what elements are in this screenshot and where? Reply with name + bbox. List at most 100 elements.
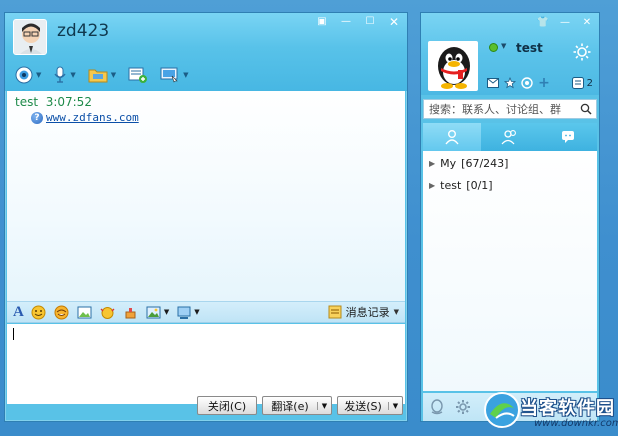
- main-panel-header: 👕 — ✕ ▼ test + 2: [421, 13, 599, 95]
- close-button[interactable]: 关闭(C): [197, 396, 257, 415]
- chat-window-controls: ▣ — ☐ ✕: [311, 15, 405, 29]
- message-link[interactable]: www.zdfans.com: [46, 111, 139, 124]
- monitor-icon: [160, 67, 178, 83]
- chevron-down-icon: ▼: [110, 71, 117, 79]
- watermark-url: www.downkr.com: [534, 418, 618, 429]
- chat-header: ▣ — ☐ ✕ zd423 ▼ ▼ ▼ ▼: [5, 13, 407, 91]
- font-icon[interactable]: A: [13, 304, 24, 321]
- video-call-button[interactable]: ▼: [13, 65, 43, 85]
- message-history[interactable]: test 3:07:52 ? www.zdfans.com: [7, 91, 405, 301]
- image-magic-icon[interactable]: [77, 304, 93, 320]
- group-count: [0/1]: [466, 179, 493, 192]
- chevron-down-icon[interactable]: ▼: [194, 308, 199, 316]
- maximize-icon[interactable]: ☐: [359, 15, 381, 29]
- translate-label: 翻译(e): [271, 399, 309, 413]
- folder-icon: [88, 69, 108, 83]
- translate-button[interactable]: 翻译(e) ▼: [262, 396, 332, 415]
- message-time: 3:07:52: [45, 95, 92, 109]
- expand-arrow-icon: ▶: [429, 181, 436, 190]
- contact-group[interactable]: ▶ test [0/1]: [429, 179, 493, 192]
- add-icon[interactable]: +: [538, 75, 550, 91]
- main-tabs: [423, 123, 597, 151]
- chevron-down-icon[interactable]: ▼: [317, 401, 331, 410]
- online-status-icon[interactable]: [489, 43, 498, 52]
- add-chat-icon: [128, 67, 148, 83]
- group-icon: [501, 130, 516, 145]
- message-sender: test: [15, 95, 39, 109]
- contact-name: zd423: [57, 21, 110, 41]
- site-watermark: 当客软件园 www.downkr.com: [480, 388, 618, 436]
- picture-icon[interactable]: [146, 304, 162, 320]
- group-name: test: [440, 179, 462, 192]
- chat-footer: 关闭(C) 翻译(e) ▼ 发送(S) ▼: [5, 396, 407, 423]
- message-header: test 3:07:52: [15, 95, 92, 109]
- chevron-down-icon[interactable]: ▼: [501, 42, 506, 50]
- chevron-down-icon[interactable]: ▼: [388, 401, 402, 410]
- star-icon[interactable]: [504, 77, 516, 89]
- main-panel: 👕 — ✕ ▼ test + 2 搜索：联系人、讨论组、群 ▶ My [67/2…: [420, 12, 600, 422]
- chevron-down-icon[interactable]: ▼: [164, 308, 169, 316]
- send-button[interactable]: 发送(S) ▼: [337, 396, 403, 415]
- chat-window: ▣ — ☐ ✕ zd423 ▼ ▼ ▼ ▼ test 3:07:52 ? www…: [4, 12, 408, 422]
- vip-emoji-icon[interactable]: [54, 304, 70, 320]
- qq-menu-icon[interactable]: [429, 399, 445, 415]
- minimize-icon[interactable]: —: [335, 15, 357, 29]
- search-placeholder: 搜索：联系人、讨论组、群: [429, 103, 561, 116]
- chevron-down-icon: ▼: [183, 71, 189, 79]
- group-name: My: [440, 157, 457, 170]
- create-group-button[interactable]: [126, 65, 150, 85]
- chevron-down-icon: ▼: [70, 71, 76, 79]
- shake-icon[interactable]: [100, 304, 116, 320]
- format-toolbar: A ▼ ▼ 消息记录 ▼: [7, 301, 405, 323]
- contact-avatar[interactable]: [13, 19, 47, 55]
- send-file-button[interactable]: ▼: [86, 65, 118, 85]
- tab-groups[interactable]: [481, 123, 539, 151]
- main-window-controls: 👕 — ✕: [533, 15, 597, 29]
- quick-icons: +: [487, 75, 550, 91]
- message-history-button[interactable]: 消息记录 ▼: [328, 304, 399, 320]
- penguin-icon: [429, 42, 477, 90]
- mail-icon[interactable]: [487, 77, 499, 89]
- app-manager[interactable]: 2: [571, 77, 593, 89]
- camera-icon: [15, 66, 33, 84]
- send-label: 发送(S): [344, 399, 382, 413]
- close-icon[interactable]: ✕: [383, 15, 405, 29]
- expand-arrow-icon: ▶: [429, 159, 436, 168]
- screenshot-icon[interactable]: [176, 304, 192, 320]
- chat-toolbar: ▼ ▼ ▼ ▼: [13, 65, 191, 85]
- qzone-icon[interactable]: [521, 77, 533, 89]
- restore-icon[interactable]: ▣: [311, 15, 333, 29]
- skin-shirt-icon[interactable]: 👕: [533, 15, 553, 29]
- user-nickname[interactable]: test: [516, 41, 543, 55]
- chevron-down-icon: ▼: [393, 308, 399, 316]
- remote-assist-button[interactable]: ▼: [158, 65, 190, 85]
- history-label: 消息记录: [345, 306, 390, 319]
- chevron-down-icon: ▼: [36, 71, 42, 79]
- voice-call-button[interactable]: ▼: [51, 65, 77, 85]
- watermark-text: 当客软件园: [520, 398, 615, 419]
- contact-list[interactable]: ▶ My [67/243] ▶ test [0/1]: [423, 151, 597, 391]
- emoji-icon[interactable]: [31, 304, 47, 320]
- gift-icon[interactable]: [123, 304, 139, 320]
- app-count: 2: [586, 77, 593, 89]
- contact-search-input[interactable]: 搜索：联系人、讨论组、群: [423, 99, 597, 119]
- watermark-logo-icon: [484, 392, 520, 428]
- apps-icon: [571, 77, 584, 89]
- tab-recent[interactable]: [539, 123, 597, 151]
- user-avatar[interactable]: [428, 41, 478, 91]
- contact-group[interactable]: ▶ My [67/243]: [429, 157, 508, 170]
- close-icon[interactable]: ✕: [577, 15, 597, 29]
- group-count: [67/243]: [461, 157, 509, 170]
- tab-contacts[interactable]: [423, 123, 481, 151]
- text-caret: [13, 328, 14, 340]
- search-icon[interactable]: [580, 103, 592, 115]
- person-icon: [445, 130, 459, 145]
- minimize-icon[interactable]: —: [555, 15, 575, 29]
- history-icon: [328, 305, 342, 319]
- settings-gear-icon[interactable]: [455, 399, 471, 415]
- message-content: ? www.zdfans.com: [31, 111, 139, 124]
- question-icon: ?: [31, 111, 43, 124]
- microphone-icon: [54, 66, 66, 83]
- sun-icon[interactable]: [573, 43, 591, 64]
- message-input[interactable]: [7, 324, 405, 404]
